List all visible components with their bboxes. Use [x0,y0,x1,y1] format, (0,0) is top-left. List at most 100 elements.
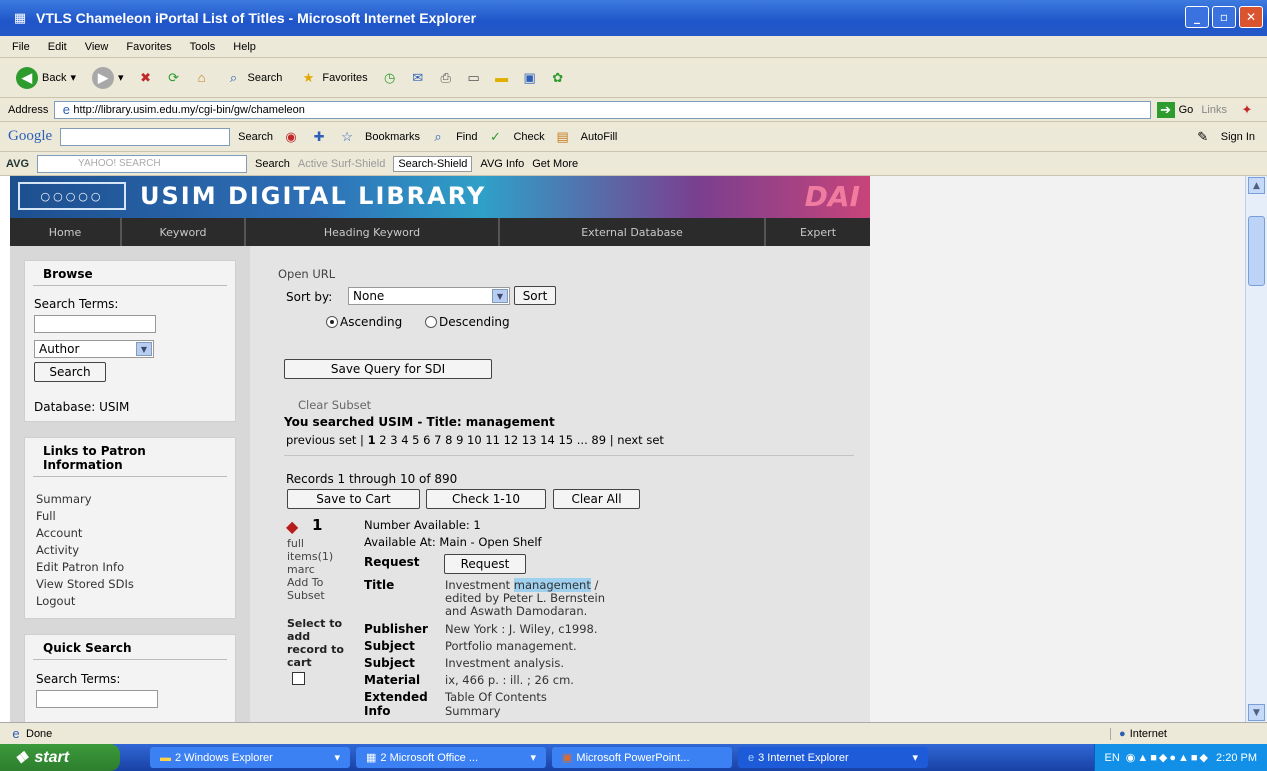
avg-logo[interactable]: AVG [6,158,29,170]
messenger-icon[interactable]: ✿ [548,68,568,88]
nav-home[interactable]: Home [10,218,122,246]
previous-set-link[interactable]: previous set | [286,433,364,447]
edit-icon[interactable]: ▭ [464,68,484,88]
minimize-icon[interactable]: _ [1185,6,1209,28]
browse-type-select[interactable]: Author ▼ [34,340,154,358]
marc-link[interactable]: marc [287,563,315,576]
toolbar-extra-icon[interactable]: ✦ [1237,100,1257,120]
divider [284,455,854,456]
menu-view[interactable]: View [85,41,109,53]
add-to-subset-link[interactable]: Add To Subset [287,576,347,602]
toc-link[interactable]: Table Of Contents [445,690,547,704]
ascending-radio[interactable] [326,316,338,328]
patron-link-full[interactable]: Full [36,509,56,523]
signin-button[interactable]: Sign In [1221,131,1255,143]
nav-expert[interactable]: Expert [766,218,870,246]
go-button[interactable]: ➔ Go [1156,101,1193,118]
get-more-button[interactable]: Get More [532,158,578,170]
subject-value-1[interactable]: Portfolio management. [445,639,577,653]
scroll-up-icon[interactable]: ▲ [1248,177,1265,194]
patron-link-sdis[interactable]: View Stored SDIs [36,577,134,591]
next-set-link[interactable]: | next set [610,433,664,447]
yahoo-search-input[interactable]: YAHOO! SEARCH [37,154,248,173]
save-to-cart-button[interactable]: Save to Cart [287,489,420,509]
office-icon: ▦ [366,752,377,764]
open-url-link[interactable]: Open URL [278,267,335,281]
pagerank-icon[interactable]: ◉ [281,127,301,147]
favorites-button[interactable]: ★ Favorites [294,66,371,90]
autofill-button[interactable]: AutoFill [581,131,618,143]
items-link[interactable]: items(1) [287,550,333,563]
search-shield-button[interactable]: Search-Shield [393,155,473,172]
tray-icons[interactable]: ◉▲■◆●▲■◆ [1126,751,1210,764]
patron-link-logout[interactable]: Logout [36,594,75,608]
start-button[interactable]: ❖ start [0,744,120,771]
subject-value-2[interactable]: Investment analysis. [445,656,564,670]
check-button[interactable]: Check [513,131,544,143]
surf-shield-button[interactable]: Active Surf-Shield [298,158,385,170]
page-links[interactable]: 2 3 4 5 6 7 8 9 10 11 12 13 14 15 ... 89 [379,433,606,447]
vertical-scrollbar[interactable]: ▲ ▼ [1245,176,1267,722]
address-input[interactable]: e http://library.usim.edu.my/cgi-bin/gw/… [54,100,1151,119]
close-icon[interactable]: ✕ [1239,6,1263,28]
history-icon[interactable]: ◷ [380,68,400,88]
menu-edit[interactable]: Edit [48,41,67,53]
menu-help[interactable]: Help [233,41,256,53]
avg-search-button[interactable]: Search [255,158,290,170]
refresh-icon[interactable]: ⟳ [164,68,184,88]
quick-search-input[interactable] [36,690,158,708]
save-query-button[interactable]: Save Query for SDI [284,359,492,379]
menu-favorites[interactable]: Favorites [126,41,171,53]
subject-label-2: Subject [364,656,415,670]
stop-icon[interactable]: ✖ [136,68,156,88]
clear-subset-link[interactable]: Clear Subset [298,398,371,412]
menu-file[interactable]: File [12,41,30,53]
search-button[interactable]: ⌕ Search [220,66,287,90]
bookmarks-button[interactable]: Bookmarks [365,131,420,143]
task-windows-explorer[interactable]: ▬ 2 Windows Explorer ▾ [150,747,350,768]
descending-option[interactable]: Descending [425,315,510,329]
scroll-thumb[interactable] [1248,216,1265,286]
forward-button[interactable]: ▶ ▾ [88,65,128,91]
browse-search-input[interactable] [34,315,156,333]
check-range-button[interactable]: Check 1-10 [426,489,546,509]
language-indicator[interactable]: EN [1105,752,1120,764]
google-search-button[interactable]: Search [238,131,273,143]
ascending-option[interactable]: Ascending [326,315,402,329]
scroll-down-icon[interactable]: ▼ [1248,704,1265,721]
sort-button[interactable]: Sort [514,286,556,305]
home-icon[interactable]: ⌂ [192,68,212,88]
mail-icon[interactable]: ✉ [408,68,428,88]
back-button[interactable]: ◀ Back ▾ [12,65,80,91]
links-label[interactable]: Links [1201,104,1227,116]
print-icon[interactable]: ⎙ [436,68,456,88]
task-microsoft-office[interactable]: ▦ 2 Microsoft Office ... ▾ [356,747,546,768]
browse-search-button[interactable]: Search [34,362,106,382]
popup-icon[interactable]: ✚ [309,127,329,147]
menu-tools[interactable]: Tools [190,41,216,53]
patron-link-account[interactable]: Account [36,526,82,540]
maximize-icon[interactable]: ▫ [1212,6,1236,28]
summary-link[interactable]: Summary [445,704,501,718]
task-powerpoint[interactable]: ▣ Microsoft PowerPoint... [552,747,732,768]
nav-external-database[interactable]: External Database [500,218,766,246]
folder-icon[interactable]: ▬ [492,68,512,88]
record-checkbox[interactable] [292,672,305,685]
sort-select[interactable]: None ▼ [348,287,510,305]
clear-all-button[interactable]: Clear All [553,489,640,509]
find-button[interactable]: Find [456,131,477,143]
nav-keyword[interactable]: Keyword [122,218,246,246]
research-icon[interactable]: ▣ [520,68,540,88]
patron-link-edit[interactable]: Edit Patron Info [36,560,124,574]
patron-link-activity[interactable]: Activity [36,543,79,557]
descending-radio[interactable] [425,316,437,328]
patron-link-summary[interactable]: Summary [36,492,92,506]
request-button[interactable]: Request [444,554,526,574]
settings-wrench-icon[interactable]: ✎ [1193,127,1213,147]
nav-heading-keyword[interactable]: Heading Keyword [246,218,500,246]
ie-icon: ▦ [13,10,27,26]
avg-info-button[interactable]: AVG Info [480,158,524,170]
google-search-input[interactable] [60,127,231,146]
full-link[interactable]: full [287,537,304,550]
task-internet-explorer[interactable]: e3 Internet Explorer ▾ [738,747,928,768]
